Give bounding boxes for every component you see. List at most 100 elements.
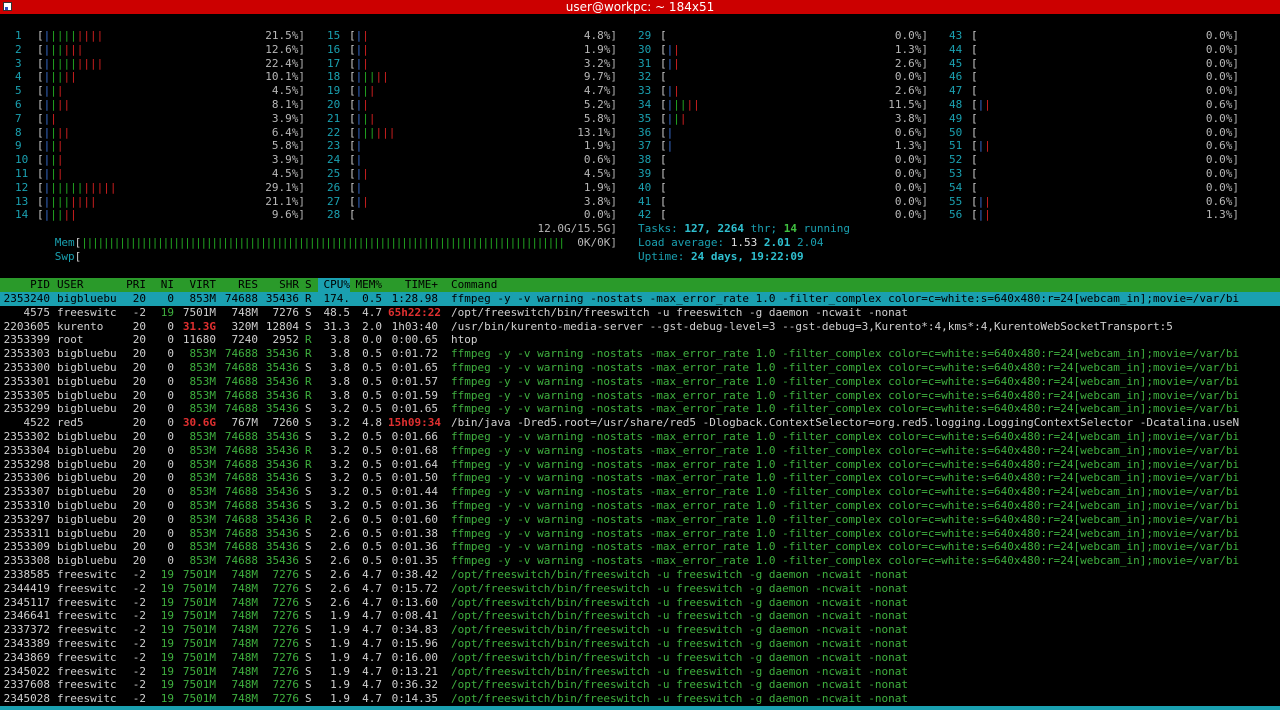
cpu-percent: 21.5%] [265, 29, 305, 42]
cell-res: 748M [231, 636, 259, 650]
cpu-bar-segment: | [56, 139, 64, 153]
cell-s: S [305, 554, 312, 568]
process-row[interactable]: 2346641 freeswitc -2 19 7501M 748M 7276 S 1.9 4.7… [0, 609, 1280, 623]
cpu-number: 54 [949, 180, 963, 194]
cpu-percent: 0.0%] [894, 70, 928, 84]
process-row[interactable]: 4522 red5 20 0 30.6G 767M 7260 S 3.2 4.8 15h09:34 /… [0, 416, 1280, 430]
cell-virt: 853M [189, 540, 217, 554]
process-row[interactable]: 2353308 bigbluebu 20 0 853M 74688 35436 S 2.6 0.5… [0, 554, 1280, 568]
bracket: [ [349, 180, 356, 194]
process-row[interactable]: 2353301 bigbluebu 20 0 853M 74688 35436 R 3.8 0.5… [0, 375, 1280, 389]
process-row[interactable]: 2353300 bigbluebu 20 0 853M 74688 35436 S 3.8 0.5… [0, 361, 1280, 375]
col-ni[interactable]: NI [152, 278, 174, 292]
cpu-percent: 4.7%] [583, 84, 617, 98]
process-row[interactable]: 2353305 bigbluebu 20 0 853M 74688 35436 R 3.8 0.5… [0, 389, 1280, 403]
cpu-meter-21: 21 [||| 5.8%] [327, 112, 617, 126]
cell-pid: 2345117 [3, 595, 50, 609]
cell-s: S [305, 678, 312, 692]
cpu-percent: 0.0%] [894, 194, 928, 208]
cell-pid: 2344419 [3, 581, 50, 595]
col-user[interactable]: USER [57, 278, 84, 292]
col-state[interactable]: S [305, 278, 312, 292]
col-virt[interactable]: VIRT [178, 278, 217, 292]
cell-user: bigbluebu [57, 388, 117, 402]
process-row[interactable]: 2353299 bigbluebu 20 0 853M 74688 35436 S 3.2 0.5… [0, 402, 1280, 416]
process-row[interactable]: 2345028 freeswitc -2 19 7501M 748M 7276 S 1.9 4.7… [0, 692, 1280, 706]
cell-virt: 7501M [182, 595, 216, 609]
cpu-bar-segment: | [50, 29, 57, 42]
cell-virt: 853M [189, 498, 217, 512]
process-row[interactable]: 2338585 freeswitc -2 19 7501M 748M 7276 S 2.6 4.7… [0, 568, 1280, 582]
process-row[interactable]: 2353307 bigbluebu 20 0 853M 74688 35436 S 3.2 0.5… [0, 485, 1280, 499]
process-row[interactable]: 2337608 freeswitc -2 19 7501M 748M 7276 S 1.9 4.7… [0, 678, 1280, 692]
cpu-meter-52: 52 [0.0%] [949, 153, 1239, 167]
col-res[interactable]: RES [222, 278, 258, 292]
cpu-bar: || [356, 167, 369, 180]
process-row[interactable]: 2337372 freeswitc -2 19 7501M 748M 7276 S 1.9 4.7… [0, 623, 1280, 637]
cpu-number: 32 [638, 70, 652, 84]
process-row[interactable]: 2343869 freeswitc -2 19 7501M 748M 7276 S 1.9 4.7… [0, 651, 1280, 665]
col-shr[interactable]: SHR [264, 278, 299, 292]
cpu-bar: |||| [44, 98, 71, 111]
cell-pid: 2353310 [3, 498, 50, 512]
cell-shr: 7276 [272, 305, 300, 319]
process-row[interactable]: 2353298 bigbluebu 20 0 853M 74688 35436 R 3.2 0.5… [0, 458, 1280, 472]
cpu-percent: 21.1%] [265, 194, 305, 208]
cell-ni: 0 [167, 485, 174, 499]
bracket: [ [660, 153, 667, 167]
cpu-percent: 6.4%] [271, 125, 305, 139]
process-row[interactable]: 2353297 bigbluebu 20 0 853M 74688 35436 R 2.6 0.5… [0, 513, 1280, 527]
col-mem[interactable]: MEM% [350, 278, 383, 292]
col-command[interactable]: Command [451, 278, 497, 292]
process-row[interactable]: 2203605 kurento 20 0 31.3G 320M 12804 S 31.3 2.0 1… [0, 320, 1280, 334]
terminal-icon[interactable] [3, 2, 12, 11]
process-row[interactable]: 2353306 bigbluebu 20 0 853M 74688 35436 S 3.2 0.5… [0, 471, 1280, 485]
cpu-number: 25 [327, 166, 341, 180]
process-row[interactable]: 2345117 freeswitc -2 19 7501M 748M 7276 S 2.6 4.7… [0, 596, 1280, 610]
cell-mem: 0.5 [362, 374, 382, 388]
cpu-bar-segment: | [70, 208, 77, 222]
cpu-bar: | [667, 126, 674, 139]
cell-time: 0:38.42 [391, 567, 438, 581]
process-row[interactable]: 2344419 freeswitc -2 19 7501M 748M 7276 S 2.6 4.7… [0, 582, 1280, 596]
cell-time: 0:01.72 [391, 347, 438, 361]
process-row[interactable]: 2345022 freeswitc -2 19 7501M 748M 7276 S 1.9 4.7… [0, 665, 1280, 679]
process-row[interactable]: 4575 freeswitc -2 19 7501M 748M 7276 S 48.5 4.7 65… [0, 306, 1280, 320]
cell-mem: 0.5 [362, 512, 382, 526]
process-row[interactable]: 2353311 bigbluebu 20 0 853M 74688 35436 S 2.6 0.5… [0, 527, 1280, 541]
process-row[interactable]: 2353304 bigbluebu 20 0 853M 74688 35436 R 3.2 0.5… [0, 444, 1280, 458]
process-row[interactable]: 2343389 freeswitc -2 19 7501M 748M 7276 S 1.9 4.7… [0, 637, 1280, 651]
process-row[interactable]: 2353303 bigbluebu 20 0 853M 74688 35436 R 3.8 0.5… [0, 347, 1280, 361]
process-row[interactable]: 2353240 bigbluebu 20 0 853M 74688 35436 R 174. 0.… [0, 292, 1280, 306]
process-row[interactable]: 2353302 bigbluebu 20 0 853M 74688 35436 S 3.2 0.5… [0, 430, 1280, 444]
cell-res: 748M [231, 664, 259, 678]
cell-time: 0:01.50 [391, 471, 438, 485]
cell-pri: 20 [132, 498, 146, 512]
cell-pid: 2343869 [3, 650, 50, 664]
cpu-bar: |||||| [356, 126, 396, 139]
cell-cpu: 3.2 [330, 429, 350, 443]
col-time[interactable]: TIME+ [395, 278, 438, 292]
cell-user: bigbluebu [57, 485, 117, 499]
process-row[interactable]: 2353309 bigbluebu 20 0 853M 74688 35436 S 2.6 0.5… [0, 540, 1280, 554]
cpu-bar: ||| [356, 84, 376, 97]
cpu-number: 31 [638, 56, 652, 70]
bracket: [ [37, 56, 44, 70]
col-pid[interactable]: PID [2, 278, 50, 292]
cpu-bar-segment: | [984, 139, 991, 153]
cell-mem: 0.5 [362, 554, 382, 568]
cpu-bar: ||| [44, 153, 64, 166]
cpu-bar-segment: | [96, 56, 104, 70]
cell-virt: 853M [189, 402, 217, 416]
process-list: 2353240 bigbluebu 20 0 853M 74688 35436 R 174. 0.… [0, 292, 1280, 706]
cpu-percent: 0.0%] [894, 153, 928, 167]
col-cpu[interactable]: CPU% [318, 278, 350, 292]
col-pri[interactable]: PRI [118, 278, 146, 292]
bracket: [ [349, 70, 356, 84]
process-row[interactable]: 2353310 bigbluebu 20 0 853M 74688 35436 S 3.2 0.5… [0, 499, 1280, 513]
cell-res: 74688 [224, 388, 258, 402]
process-row[interactable]: 2353399 root 20 0 11680 7240 2952 R 3.8 0.0 0:00.6… [0, 333, 1280, 347]
cell-shr: 35436 [265, 471, 299, 485]
cell-user: bigbluebu [57, 443, 117, 457]
cpu-bar-segment: | [355, 153, 363, 167]
